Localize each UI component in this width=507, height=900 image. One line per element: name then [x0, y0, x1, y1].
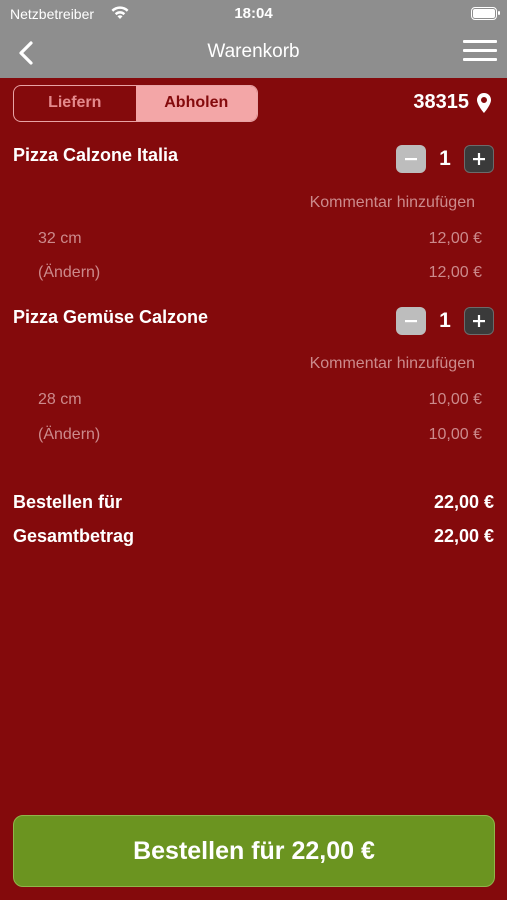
quantity-value: 1 [439, 147, 451, 170]
segment-liefern[interactable]: Liefern [14, 86, 136, 121]
item-option-price: 12,00 € [428, 230, 482, 247]
status-time: 18:04 [234, 5, 273, 22]
postal-code: 38315 [413, 91, 469, 113]
quantity-stepper: 1 [396, 307, 494, 335]
order-for-label: Bestellen für [13, 492, 123, 512]
delivery-mode-toggle: Liefern Abholen [13, 85, 258, 122]
status-bar: Netzbetreiber 18:04 [0, 0, 507, 28]
decrease-quantity-button[interactable] [396, 307, 426, 335]
order-for-value: 22,00 € [433, 492, 494, 512]
item-option-price: 10,00 € [428, 391, 482, 408]
item-option-label: 28 cm [38, 391, 82, 408]
cart-item-name: Pizza Gemüse Calzone [13, 307, 209, 327]
quantity-value: 1 [439, 309, 451, 332]
location-pin-icon [477, 92, 491, 113]
item-option-price: 12,00 € [428, 264, 482, 281]
place-order-button[interactable]: Bestellen für 22,00 € [13, 815, 495, 887]
hamburger-icon [463, 40, 497, 43]
item-option-price: 10,00 € [428, 426, 482, 443]
plus-icon [473, 315, 485, 327]
segment-abholen[interactable]: Abholen [135, 86, 257, 121]
item-option-label: 32 cm [38, 230, 82, 247]
battery-icon [471, 7, 500, 20]
menu-button[interactable] [463, 40, 497, 66]
item-change-link[interactable]: (Ändern) [38, 426, 100, 444]
page-title: Warenkorb [207, 41, 300, 62]
add-comment-link[interactable]: Kommentar hinzufügen [310, 194, 475, 212]
item-change-link[interactable]: (Ändern) [38, 264, 100, 282]
nav-bar: Warenkorb [0, 28, 507, 78]
decrease-quantity-button[interactable] [396, 145, 426, 173]
total-value: 22,00 € [433, 526, 494, 546]
minus-icon [405, 320, 417, 323]
add-comment-link[interactable]: Kommentar hinzufügen [310, 355, 475, 373]
quantity-stepper: 1 [396, 145, 494, 173]
minus-icon [405, 158, 417, 161]
increase-quantity-button[interactable] [464, 307, 494, 335]
cart-item-name: Pizza Calzone Italia [13, 145, 179, 165]
location-selector[interactable]: 38315 [413, 91, 491, 114]
total-label: Gesamtbetrag [13, 526, 135, 546]
plus-icon [473, 153, 485, 165]
increase-quantity-button[interactable] [464, 145, 494, 173]
